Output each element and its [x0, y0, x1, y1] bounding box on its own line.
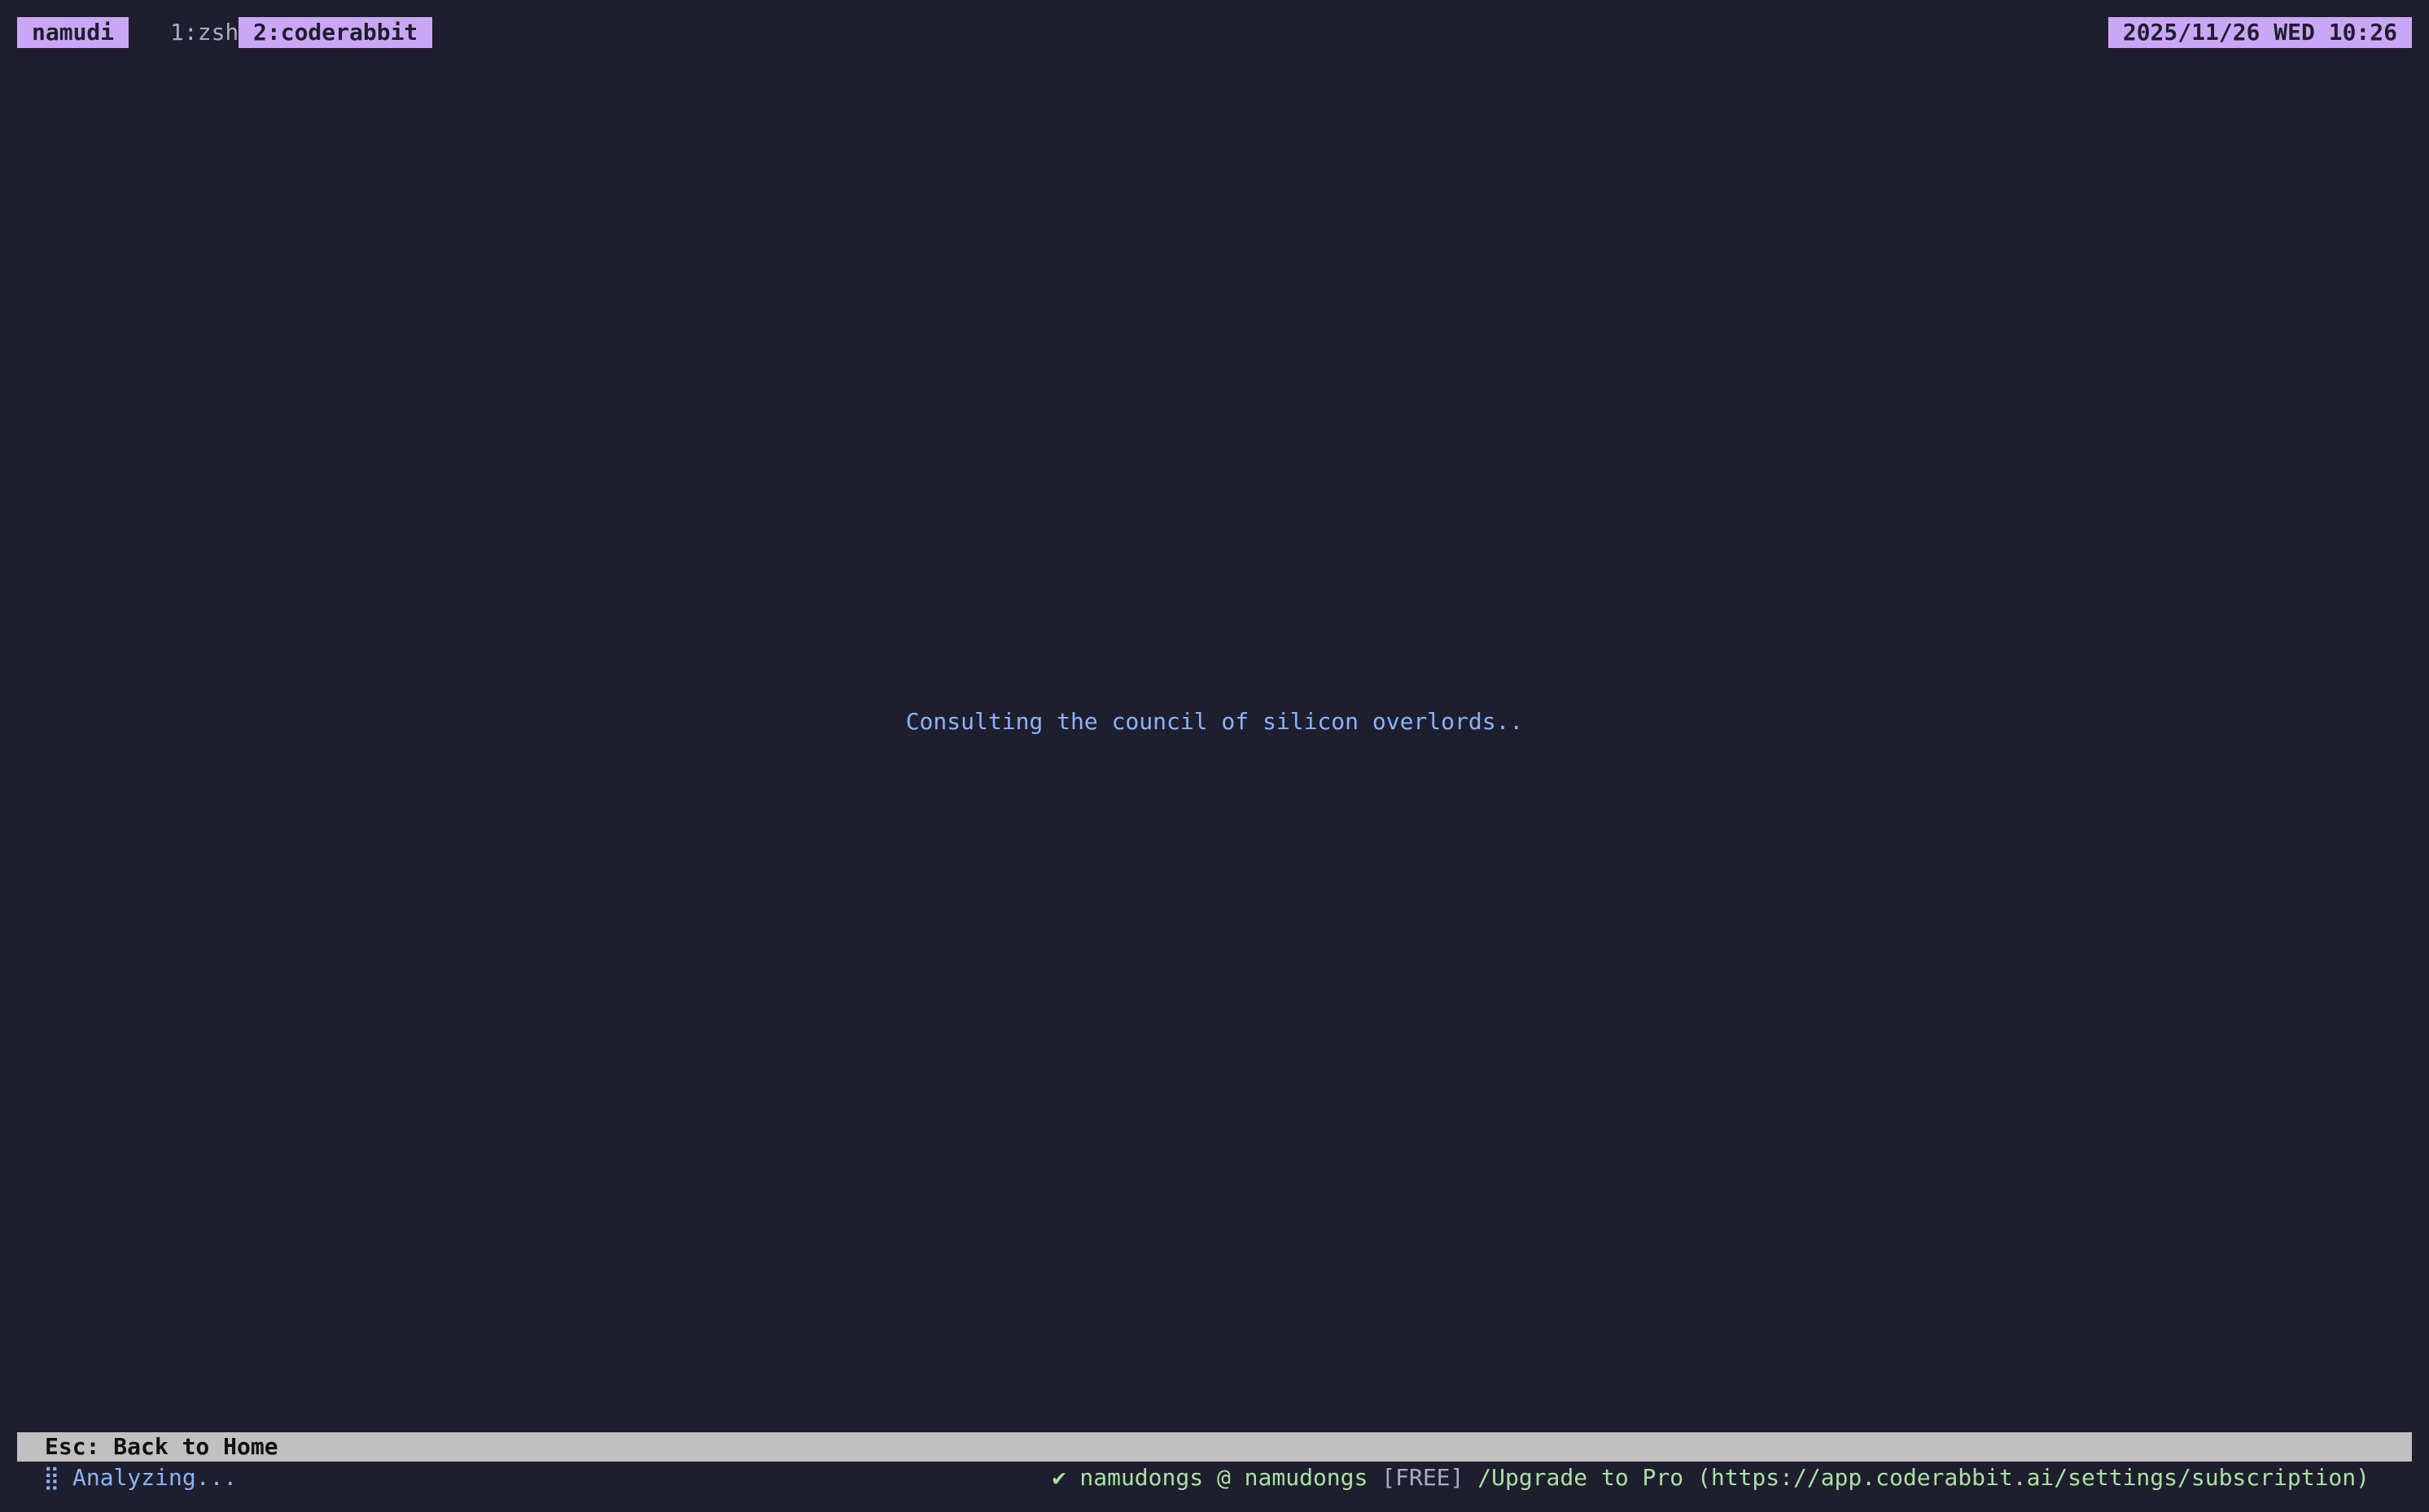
status-line: ⣿ Analyzing... ✔ namudongs @ namudongs [… [17, 1462, 2412, 1493]
analyzing-status: Analyzing... [72, 1464, 238, 1491]
loading-message: Consulting the council of silicon overlo… [905, 708, 1524, 735]
tmux-session-name[interactable]: namudi [17, 17, 129, 48]
upgrade-link[interactable]: /Upgrade to Pro (https://app.coderabbit.… [1477, 1464, 2370, 1491]
keyboard-hint-bar: Esc: Back to Home [17, 1432, 2412, 1462]
plan-badge: [FREE] [1381, 1464, 1464, 1491]
terminal-window: namudi 1:zsh 2:coderabbit 2025/11/26 WED… [0, 0, 2429, 1512]
tmux-window-tab-coderabbit[interactable]: 2:coderabbit [239, 17, 433, 48]
check-icon: ✔ [1052, 1464, 1066, 1491]
braille-spinner-icon: ⣿ [43, 1464, 60, 1491]
tmux-status-bar: namudi 1:zsh 2:coderabbit 2025/11/26 WED… [17, 17, 2412, 48]
account-user: namudongs @ namudongs [1079, 1464, 1368, 1491]
back-to-home-hint[interactable]: Esc: Back to Home [45, 1433, 278, 1460]
account-info: ✔ namudongs @ namudongs [FREE] /Upgrade … [1053, 1462, 2370, 1493]
tmux-clock: 2025/11/26 WED 10:26 [2107, 17, 2412, 48]
